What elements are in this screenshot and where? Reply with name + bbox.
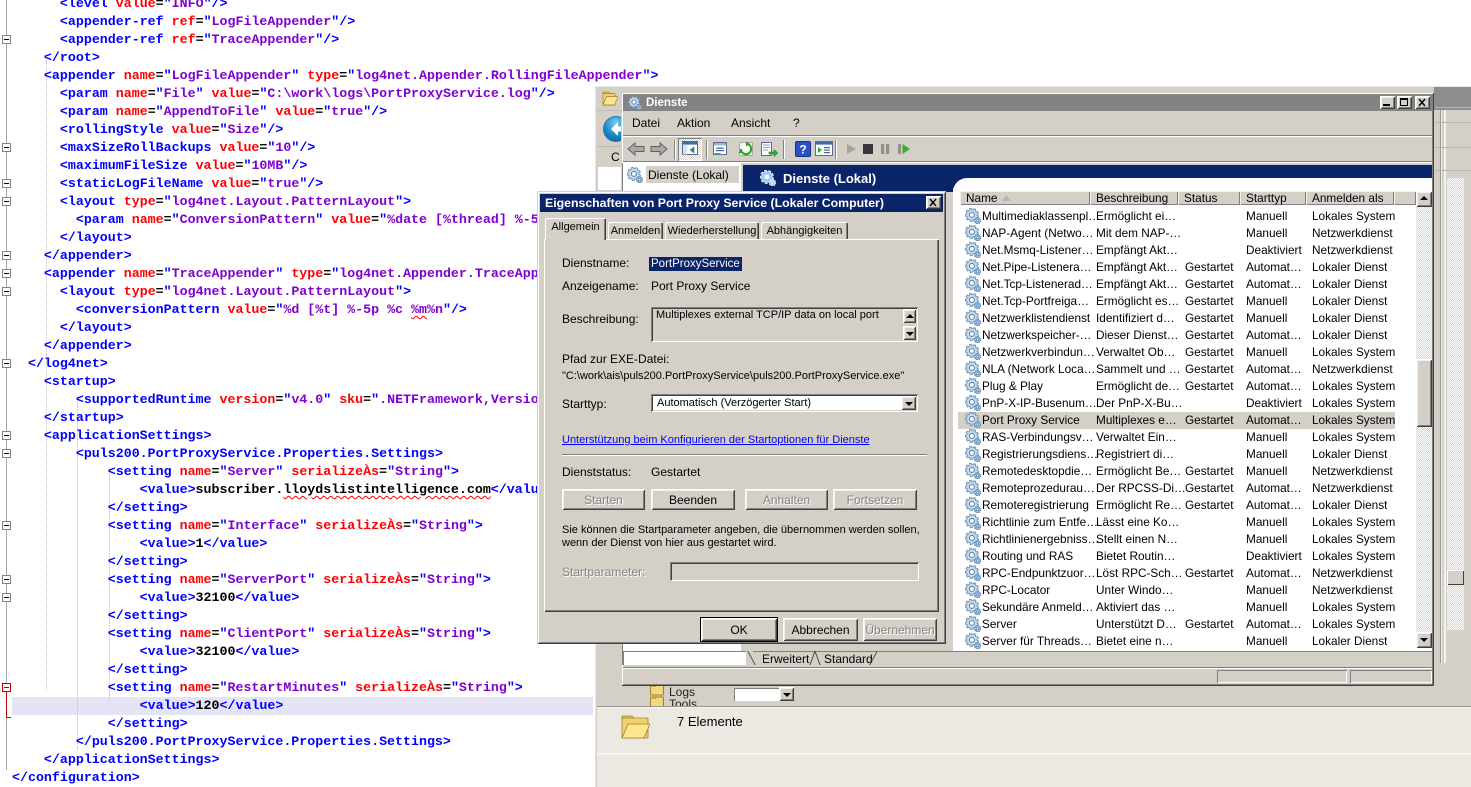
svg-text:?: ?: [799, 143, 806, 157]
